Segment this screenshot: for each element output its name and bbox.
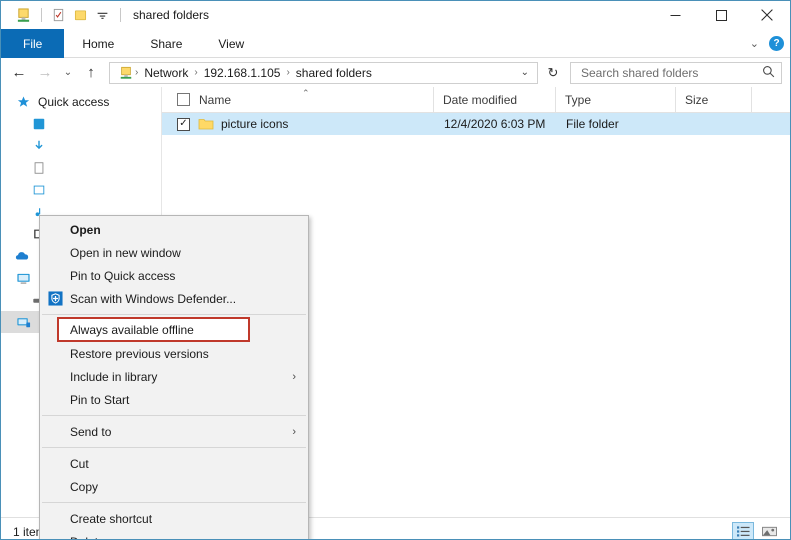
column-header-size[interactable]: Size [676, 86, 752, 113]
highlight-annotation-label: Always available offline [70, 323, 194, 337]
menu-item-scan-with-windows-defender[interactable]: Scan with Windows Defender... [40, 287, 308, 310]
up-button[interactable]: ↑ [79, 61, 103, 85]
menu-item-copy[interactable]: Copy [40, 475, 308, 498]
breadcrumb[interactable]: › Network › 192.168.1.105 › shared folde… [109, 61, 538, 84]
ribbon-right-controls: ⌄ ? [750, 29, 784, 58]
search-icon[interactable] [762, 65, 775, 81]
breadcrumb-item-host[interactable]: 192.168.1.105 [199, 66, 286, 80]
minimize-button[interactable] [652, 1, 698, 29]
menu-label-include-in-library: Include in library [70, 369, 158, 384]
breadcrumb-item-network[interactable]: Network [139, 66, 193, 80]
tab-share[interactable]: Share [132, 29, 200, 58]
customize-toolbar-icon[interactable] [92, 5, 112, 25]
refresh-button[interactable]: ↻ [542, 62, 564, 84]
menu-item-delete[interactable]: Delete [40, 530, 308, 540]
tab-view[interactable]: View [200, 29, 262, 58]
column-label-size: Size [685, 92, 709, 107]
toolbar-divider [41, 8, 42, 22]
search-box[interactable] [570, 61, 782, 84]
network-drive-small-icon [118, 65, 134, 81]
file-explorer-window: shared folders File Home Share View ⌄ ? … [0, 0, 791, 540]
context-menu: Open Open in new window Pin to Quick acc… [39, 215, 309, 540]
menu-separator-4 [42, 502, 306, 503]
table-row[interactable]: ✓ picture icons 12/4/2020 6:03 PM File f… [162, 113, 790, 135]
details-view-button[interactable] [732, 521, 754, 539]
view-toggle-group [732, 521, 780, 540]
window-title: shared folders [133, 8, 210, 22]
menu-label-scan-with-windows-defender: Scan with Windows Defender... [70, 291, 237, 306]
close-button[interactable] [744, 1, 790, 29]
properties-icon[interactable] [48, 5, 68, 25]
column-label-name: Name [199, 92, 232, 107]
sidebar-label-quick-access: Quick access [38, 95, 110, 109]
sidebar-item-pictures[interactable] [1, 179, 161, 201]
ribbon-tab-bar: File Home Share View ⌄ ? [1, 29, 790, 58]
help-icon[interactable]: ? [769, 36, 784, 51]
toolbar-divider-2 [120, 8, 121, 22]
menu-separator-1 [42, 314, 306, 315]
star-icon [15, 94, 31, 110]
maximize-button[interactable] [698, 1, 744, 29]
sidebar-item-desktop[interactable] [1, 113, 161, 135]
column-header-date-modified[interactable]: Date modified [434, 86, 556, 113]
search-input[interactable] [579, 64, 762, 81]
column-header-type[interactable]: Type [556, 86, 676, 113]
new-folder-icon[interactable] [70, 5, 90, 25]
recent-locations-button[interactable]: ⌄ [59, 61, 77, 85]
menu-item-restore-previous-versions[interactable]: Restore previous versions [40, 342, 308, 365]
chevron-right-icon-2: › [292, 425, 296, 438]
large-icons-view-button[interactable] [758, 522, 780, 540]
this-pc-icon [15, 270, 31, 286]
column-header-name[interactable]: Name ⌃ [162, 86, 434, 113]
column-header-row: Name ⌃ Date modified Type Size [162, 86, 790, 113]
column-label-type: Type [565, 92, 592, 107]
sidebar-item-quick-access[interactable]: Quick access [1, 91, 161, 113]
menu-label-send-to: Send to [70, 424, 112, 439]
tab-file[interactable]: File [1, 29, 65, 58]
select-all-checkbox[interactable] [177, 93, 190, 106]
chevron-right-icon: › [292, 370, 296, 383]
onedrive-icon [15, 248, 31, 264]
tab-home[interactable]: Home [64, 29, 132, 58]
address-dropdown-icon[interactable]: ⌄ [515, 67, 535, 78]
network-drive-icon[interactable] [13, 5, 33, 25]
sort-ascending-icon: ⌃ [302, 87, 310, 98]
menu-item-pin-to-quick-access[interactable]: Pin to Quick access [40, 264, 308, 287]
documents-icon [31, 160, 47, 176]
file-name-cell: picture icons [198, 116, 444, 132]
row-checkbox[interactable]: ✓ [177, 117, 190, 131]
address-bar: ← → ⌄ ↑ › Network › 192.168.1.105 › shar… [1, 58, 790, 87]
menu-item-pin-to-start[interactable]: Pin to Start [40, 388, 308, 411]
menu-item-open-in-new-window[interactable]: Open in new window [40, 241, 308, 264]
column-label-date-modified: Date modified [443, 92, 518, 107]
file-name-label: picture icons [221, 117, 289, 131]
network-icon [15, 314, 31, 330]
forward-button[interactable]: → [33, 61, 57, 85]
menu-item-create-shortcut[interactable]: Create shortcut [40, 507, 308, 530]
window-controls [652, 1, 790, 29]
sidebar-item-downloads[interactable] [1, 135, 161, 157]
file-type-cell: File folder [566, 117, 619, 131]
downloads-icon [31, 138, 47, 154]
sidebar-item-documents[interactable] [1, 157, 161, 179]
explorer-body: Quick access Name ⌃ Date modified Type S… [1, 86, 790, 539]
shield-icon [47, 291, 63, 307]
breadcrumb-item-shared-folders[interactable]: shared folders [291, 66, 377, 80]
menu-separator-3 [42, 447, 306, 448]
menu-item-cut[interactable]: Cut [40, 452, 308, 475]
menu-item-send-to[interactable]: Send to › [40, 420, 308, 443]
chevron-down-icon[interactable]: ⌄ [750, 37, 759, 50]
file-date-cell: 12/4/2020 6:03 PM [444, 117, 546, 131]
back-button[interactable]: ← [7, 61, 31, 85]
title-bar: shared folders [1, 1, 790, 29]
desktop-icon [31, 116, 47, 132]
menu-item-open[interactable]: Open [40, 218, 308, 241]
folder-icon [198, 116, 214, 132]
menu-item-include-in-library[interactable]: Include in library › [40, 365, 308, 388]
menu-separator-2 [42, 415, 306, 416]
pictures-icon [31, 182, 47, 198]
